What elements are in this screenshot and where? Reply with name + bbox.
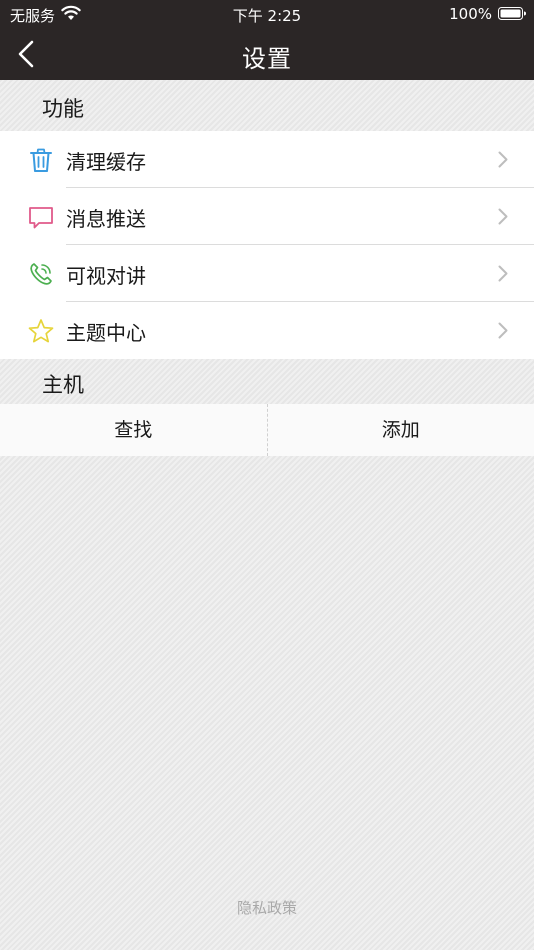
chevron-right-icon	[498, 322, 508, 339]
nav-bar: 设置	[0, 28, 534, 80]
trash-icon	[30, 148, 52, 172]
star-icon	[28, 319, 54, 343]
chevron-right-icon	[498, 151, 508, 168]
message-push-item[interactable]: 消息推送	[0, 188, 534, 245]
theme-center-label: 主题中心	[66, 321, 146, 345]
add-button[interactable]: 添加	[268, 404, 534, 456]
video-intercom-item[interactable]: 可视对讲	[0, 245, 534, 302]
status-bar: 无服务 下午 2:25 100%	[0, 0, 534, 28]
section-header-function: 功能	[0, 80, 534, 131]
host-button-bar: 查找 添加	[0, 404, 534, 456]
theme-center-item[interactable]: 主题中心	[0, 302, 534, 359]
battery-icon	[498, 7, 526, 20]
battery-percent: 100%	[449, 5, 492, 23]
clear-cache-item[interactable]: 清理缓存	[0, 131, 534, 188]
chevron-right-icon	[498, 208, 508, 225]
section-title-host: 主机	[42, 373, 84, 397]
section-title-function: 功能	[42, 97, 84, 121]
privacy-policy-link[interactable]: 隐私政策	[0, 897, 534, 918]
chevron-right-icon	[498, 265, 508, 282]
find-button[interactable]: 查找	[0, 404, 267, 456]
message-icon	[29, 207, 53, 229]
page-title: 设置	[242, 45, 292, 73]
message-push-label: 消息推送	[66, 207, 146, 231]
section-header-host: 主机	[0, 359, 534, 404]
video-intercom-label: 可视对讲	[66, 264, 146, 288]
phone-icon	[30, 263, 52, 285]
clear-cache-label: 清理缓存	[66, 150, 146, 174]
function-list: 清理缓存 消息推送 可视对讲 主题中心	[0, 131, 534, 359]
